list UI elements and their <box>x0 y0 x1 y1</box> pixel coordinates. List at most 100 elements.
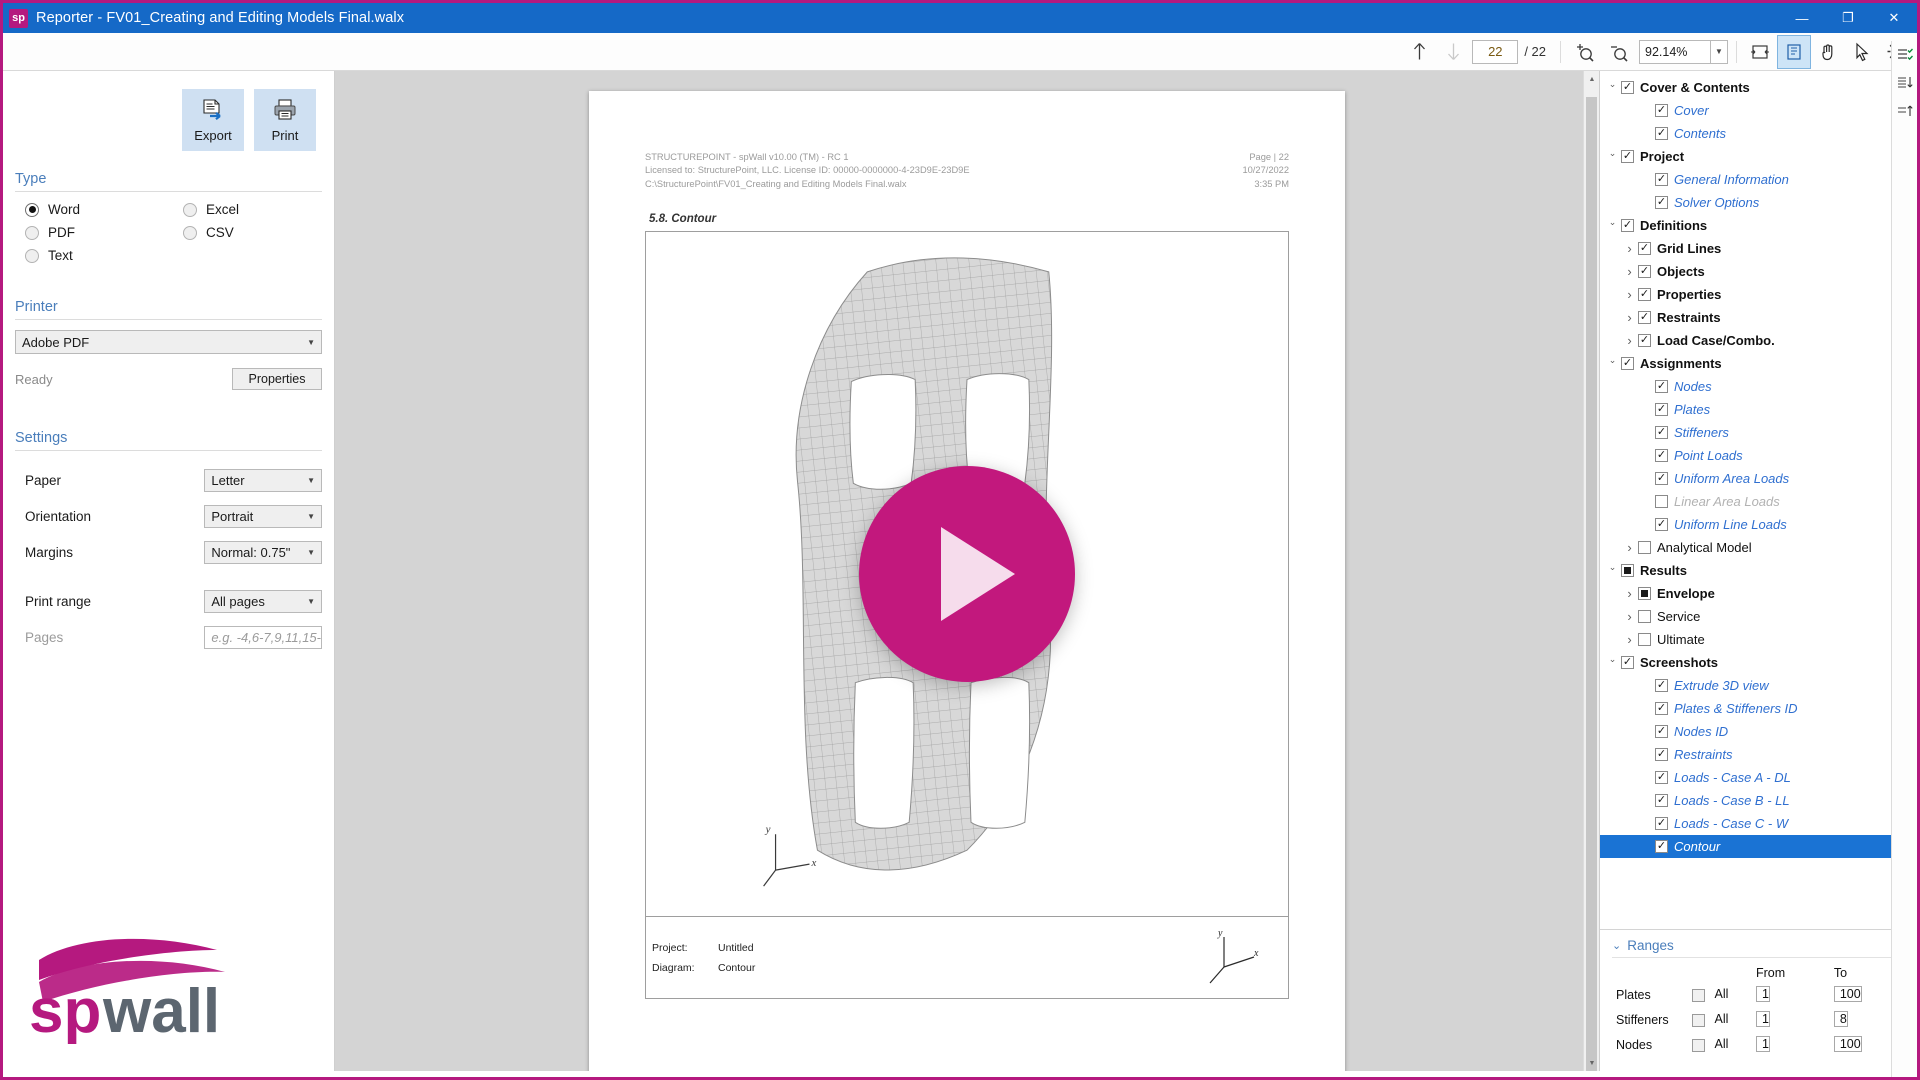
range-plates-to-input[interactable]: 100 <box>1833 986 1862 1002</box>
chevron-down-icon[interactable] <box>1604 358 1621 369</box>
tree-item-cover-contents[interactable]: Cover & Contents <box>1600 76 1917 99</box>
tree-item-restraints[interactable]: Restraints <box>1600 743 1917 766</box>
range-plates-all-checkbox[interactable] <box>1692 988 1705 1002</box>
tree-item-ultimate[interactable]: Ultimate <box>1600 628 1917 651</box>
tree-item-general-information[interactable]: General Information <box>1600 168 1917 191</box>
close-button[interactable]: ✕ <box>1871 3 1917 33</box>
tree-checkbox[interactable] <box>1655 472 1668 485</box>
tree-checkbox[interactable] <box>1638 334 1651 347</box>
tree-item-load-case-combo[interactable]: Load Case/Combo. <box>1600 329 1917 352</box>
tree-checkbox[interactable] <box>1655 196 1668 209</box>
range-stiffeners-all-checkbox[interactable] <box>1692 1013 1705 1027</box>
print-range-select[interactable]: All pages ▼ <box>204 590 322 613</box>
tree-item-uniform-line-loads[interactable]: Uniform Line Loads <box>1600 513 1917 536</box>
chevron-right-icon[interactable] <box>1621 540 1638 555</box>
preview-scrollbar[interactable]: ▲ ▼ <box>1583 71 1599 1071</box>
chevron-right-icon[interactable] <box>1621 310 1638 325</box>
ranges-heading-row[interactable]: ⌄ Ranges <box>1612 938 1905 958</box>
tree-item-loads-case-c-w[interactable]: Loads - Case C - W <box>1600 812 1917 835</box>
tree-checkbox[interactable] <box>1621 150 1634 163</box>
tree-checkbox[interactable] <box>1638 541 1651 554</box>
fit-page-icon[interactable] <box>1777 34 1811 69</box>
maximize-button[interactable]: ❐ <box>1825 3 1871 33</box>
expand-all-icon[interactable] <box>1892 97 1918 125</box>
range-stiffeners-from-input[interactable]: 1 <box>1756 1011 1770 1027</box>
tree-item-analytical-model[interactable]: Analytical Model <box>1600 536 1917 559</box>
hand-icon[interactable] <box>1811 35 1845 69</box>
tree-checkbox[interactable] <box>1655 403 1668 416</box>
preview-area[interactable]: STRUCTUREPOINT - spWall v10.00 (TM) - RC… <box>335 71 1599 1071</box>
chevron-right-icon[interactable] <box>1621 241 1638 256</box>
tree-checkbox[interactable] <box>1655 173 1668 186</box>
tree-item-solver-options[interactable]: Solver Options <box>1600 191 1917 214</box>
scroll-up-icon[interactable]: ▲ <box>1584 71 1599 87</box>
chevron-right-icon[interactable] <box>1621 264 1638 279</box>
radio-text[interactable]: Text <box>25 248 183 263</box>
tree-checkbox[interactable] <box>1655 518 1668 531</box>
export-button[interactable]: Export <box>182 89 244 151</box>
radio-pdf[interactable]: PDF <box>25 225 183 240</box>
chevron-down-icon[interactable]: ▼ <box>1711 39 1728 64</box>
tree-item-extrude-3d-view[interactable]: Extrude 3D view <box>1600 674 1917 697</box>
printer-properties-button[interactable]: Properties <box>232 368 322 390</box>
tree-checkbox[interactable] <box>1638 587 1651 600</box>
minimize-button[interactable]: — <box>1779 3 1825 33</box>
tree-item-objects[interactable]: Objects <box>1600 260 1917 283</box>
printer-select[interactable]: Adobe PDF ▼ <box>15 330 322 354</box>
arrow-up-icon[interactable] <box>1402 35 1436 69</box>
tree-checkbox[interactable] <box>1655 104 1668 117</box>
tree-checkbox[interactable] <box>1638 288 1651 301</box>
checklist-icon[interactable] <box>1892 41 1918 69</box>
current-page-input[interactable]: 22 <box>1472 39 1519 64</box>
tree-item-results[interactable]: Results <box>1600 559 1917 582</box>
chevron-down-icon[interactable] <box>1604 565 1621 576</box>
paper-select[interactable]: Letter ▼ <box>204 469 322 492</box>
tree-checkbox[interactable] <box>1621 81 1634 94</box>
report-tree[interactable]: Cover & Contents Cover Contents Project Gene… <box>1600 71 1917 929</box>
tree-item-contour[interactable]: Contour <box>1600 835 1917 858</box>
chevron-down-icon[interactable] <box>1604 220 1621 231</box>
cursor-icon[interactable] <box>1845 35 1879 69</box>
tree-checkbox[interactable] <box>1655 426 1668 439</box>
fit-width-icon[interactable] <box>1743 35 1777 69</box>
tree-checkbox[interactable] <box>1655 127 1668 140</box>
tree-checkbox[interactable] <box>1655 771 1668 784</box>
tree-item-uniform-area-loads[interactable]: Uniform Area Loads <box>1600 467 1917 490</box>
collapse-all-icon[interactable] <box>1892 69 1918 97</box>
zoom-out-icon[interactable] <box>1601 35 1635 69</box>
tree-item-loads-case-b-ll[interactable]: Loads - Case B - LL <box>1600 789 1917 812</box>
tree-checkbox[interactable] <box>1638 610 1651 623</box>
tree-checkbox[interactable] <box>1655 495 1668 508</box>
radio-excel[interactable]: Excel <box>183 202 322 217</box>
radio-word[interactable]: Word <box>25 202 183 217</box>
tree-item-nodes-id[interactable]: Nodes ID <box>1600 720 1917 743</box>
tree-checkbox[interactable] <box>1655 817 1668 830</box>
zoom-in-icon[interactable] <box>1567 35 1601 69</box>
chevron-right-icon[interactable] <box>1621 287 1638 302</box>
tree-checkbox[interactable] <box>1655 702 1668 715</box>
tree-item-stiffeners[interactable]: Stiffeners <box>1600 421 1917 444</box>
range-nodes-to-input[interactable]: 100 <box>1833 1036 1862 1052</box>
tree-item-restraints[interactable]: Restraints <box>1600 306 1917 329</box>
chevron-down-icon[interactable] <box>1604 657 1621 668</box>
chevron-right-icon[interactable] <box>1621 586 1638 601</box>
tree-item-project[interactable]: Project <box>1600 145 1917 168</box>
tree-item-nodes[interactable]: Nodes <box>1600 375 1917 398</box>
range-plates-from-input[interactable]: 1 <box>1756 986 1770 1002</box>
tree-checkbox[interactable] <box>1655 449 1668 462</box>
tree-checkbox[interactable] <box>1621 219 1634 232</box>
scroll-down-icon[interactable]: ▼ <box>1584 1055 1599 1071</box>
zoom-level-input[interactable]: 92.14% <box>1639 39 1711 64</box>
tree-item-point-loads[interactable]: Point Loads <box>1600 444 1917 467</box>
tree-item-cover[interactable]: Cover <box>1600 99 1917 122</box>
tree-checkbox[interactable] <box>1621 656 1634 669</box>
range-nodes-from-input[interactable]: 1 <box>1756 1036 1770 1052</box>
orientation-select[interactable]: Portrait ▼ <box>204 505 322 528</box>
print-button[interactable]: Print <box>254 89 316 151</box>
tree-item-plates-stiffeners-id[interactable]: Plates & Stiffeners ID <box>1600 697 1917 720</box>
chevron-right-icon[interactable] <box>1621 333 1638 348</box>
tree-checkbox[interactable] <box>1655 748 1668 761</box>
tree-checkbox[interactable] <box>1638 242 1651 255</box>
tree-checkbox[interactable] <box>1655 794 1668 807</box>
play-button-overlay[interactable] <box>859 466 1075 683</box>
